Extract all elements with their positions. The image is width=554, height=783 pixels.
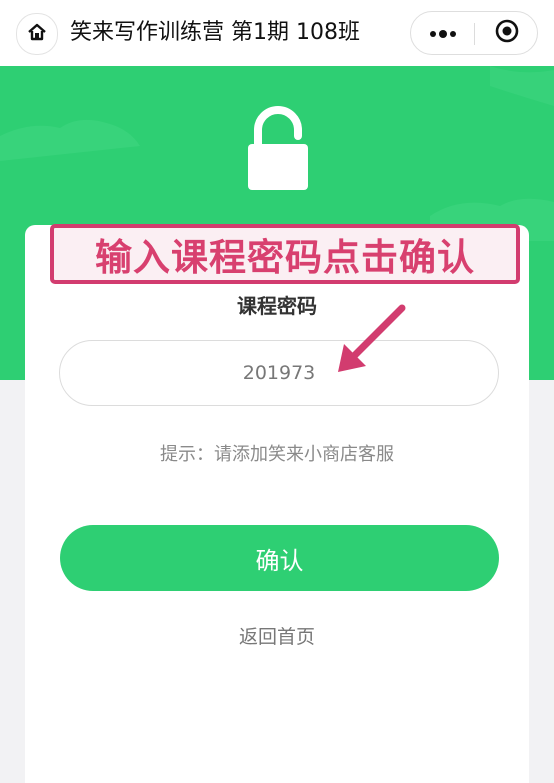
arrow-icon <box>330 300 410 380</box>
more-icon <box>428 24 458 43</box>
confirm-button[interactable]: 确认 <box>60 525 499 591</box>
home-icon <box>26 21 48 47</box>
capsule-menu <box>410 11 538 55</box>
page-title: 笑来写作训练营 第1期 108班 <box>70 20 360 45</box>
instruction-text: 输入课程密码点击确认 <box>95 236 475 279</box>
password-input[interactable] <box>59 340 499 406</box>
back-home-link[interactable]: 返回首页 <box>0 622 554 649</box>
hint-text: 提示：请添加笑来小商店客服 <box>160 444 394 465</box>
close-target-icon <box>494 18 520 48</box>
instruction-banner: 输入课程密码点击确认 <box>50 224 520 284</box>
mini-program-topbar: 笑来写作训练营 第1期 108班 <box>0 0 554 66</box>
close-button[interactable] <box>475 12 538 54</box>
more-button[interactable] <box>411 12 474 54</box>
home-button[interactable] <box>16 13 58 55</box>
password-label: 课程密码 <box>237 294 317 318</box>
lock-icon <box>246 106 310 190</box>
